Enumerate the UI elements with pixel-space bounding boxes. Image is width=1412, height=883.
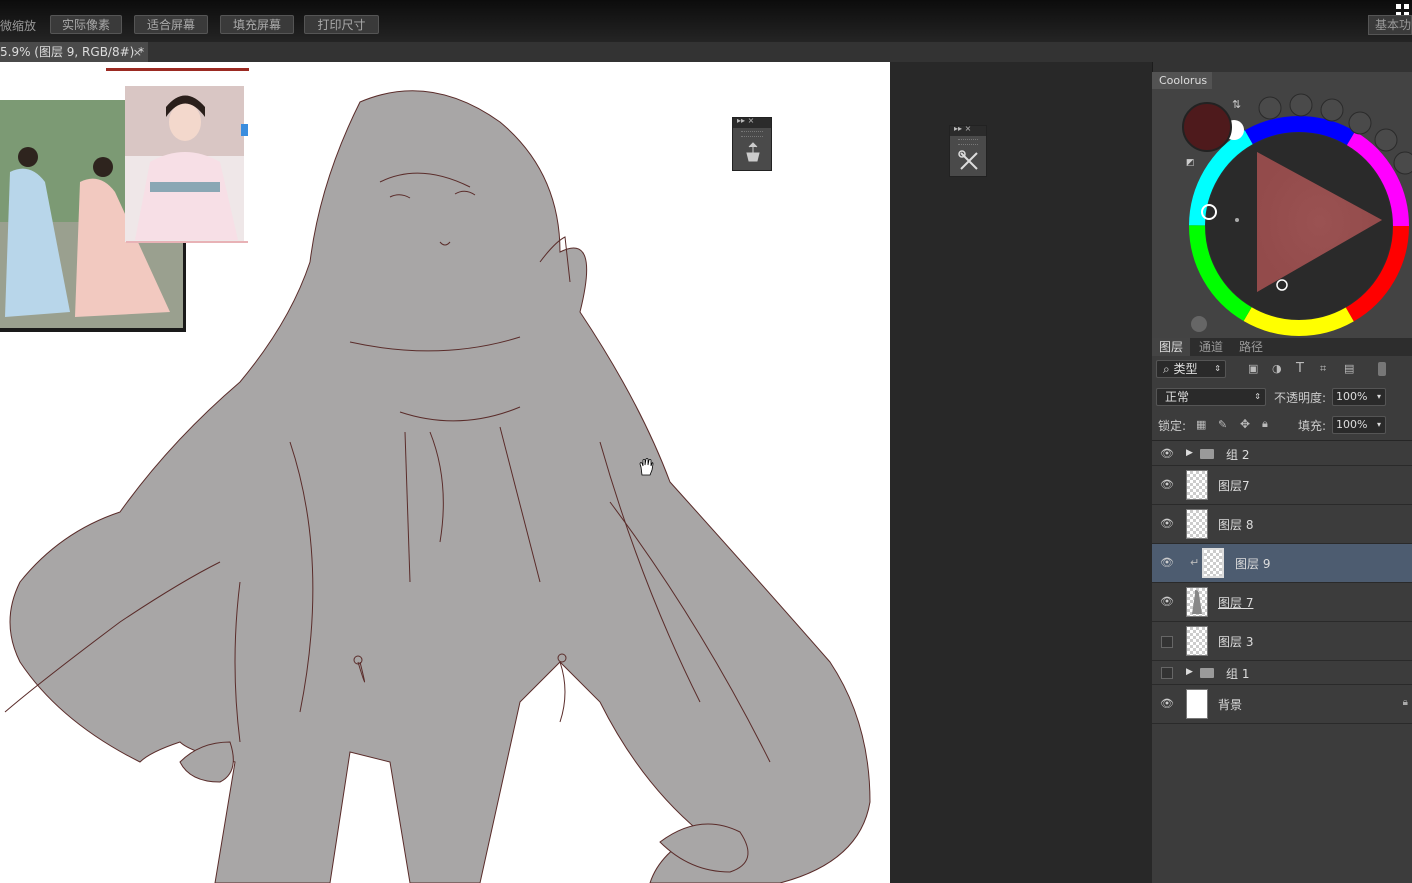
- layer-name: 图层 7: [1218, 596, 1254, 610]
- eye-icon[interactable]: 👁︎: [1160, 697, 1174, 710]
- layer-name: 组 2: [1226, 448, 1250, 462]
- blend-mode-select[interactable]: 正常 ⇕: [1156, 388, 1266, 406]
- reference-photo-2: [106, 68, 249, 243]
- layer-name: 组 1: [1226, 667, 1250, 681]
- search-icon: ⌕: [1163, 362, 1174, 376]
- layer-name: 图层7: [1218, 479, 1250, 493]
- layer-name: 图层 3: [1218, 635, 1254, 649]
- document-tab[interactable]: 5.9% (图层 9, RGB/8#) * ×: [0, 42, 148, 63]
- tools-palette[interactable]: ▸▸ ×: [949, 124, 988, 177]
- smart-object-filter-icon[interactable]: ▤: [1344, 362, 1354, 375]
- layer-thumbnail: [1186, 689, 1208, 719]
- fill-input[interactable]: 100% ▾: [1332, 416, 1386, 434]
- fill-screen-button[interactable]: 填充屏幕: [220, 15, 294, 34]
- layers-panel-tabs: 图层 通道 路径: [1152, 338, 1412, 356]
- eye-icon[interactable]: 👁︎: [1160, 478, 1174, 491]
- layers-panel: ⌕ 类型 ⇕ ▣ ◑ T ⌗ ▤ 正常 ⇕ 不透明度: 100% ▾ 锁定: ▦ ✎ …: [1152, 356, 1412, 883]
- layer-name: 背景: [1218, 698, 1243, 712]
- layer-thumbnail: [1186, 470, 1208, 500]
- expand-arrow-icon[interactable]: ▶: [1186, 667, 1193, 677]
- tab-layers[interactable]: 图层: [1152, 338, 1190, 356]
- zoom-label: 微缩放: [0, 19, 37, 33]
- folder-icon: [1200, 449, 1214, 459]
- tools-icon[interactable]: [950, 145, 988, 175]
- shape-filter-icon[interactable]: ⌗: [1320, 362, 1326, 376]
- coolorus-panel: Coolorus ⇅ ◩: [1152, 72, 1412, 340]
- layer-row-layer8[interactable]: 👁︎ 图层 8: [1152, 505, 1412, 544]
- print-size-button[interactable]: 打印尺寸: [304, 15, 379, 34]
- opacity-label: 不透明度:: [1274, 391, 1327, 405]
- filter-toggle[interactable]: [1378, 362, 1386, 376]
- layer-row-layer3[interactable]: 图层 3: [1152, 622, 1412, 661]
- layer-row-group-1[interactable]: ▶ 组 1: [1152, 661, 1412, 685]
- layer-name: 图层 9: [1235, 557, 1271, 571]
- brush-presets-palette[interactable]: ▸▸ ×: [732, 116, 773, 171]
- adjustment-filter-icon[interactable]: ◑: [1272, 362, 1282, 375]
- expand-arrow-icon[interactable]: ▶: [1186, 448, 1193, 458]
- clipping-mask-icon: ↵: [1190, 556, 1200, 569]
- hand-cursor-icon: [639, 458, 654, 476]
- palette-header[interactable]: ▸▸ ×: [737, 116, 754, 125]
- folder-icon: [1200, 668, 1214, 678]
- lock-icon: 🔒︎: [1402, 697, 1408, 708]
- tab-paths[interactable]: 路径: [1232, 338, 1270, 356]
- opacity-value: 100%: [1336, 390, 1368, 403]
- tab-channels[interactable]: 通道: [1192, 338, 1230, 356]
- layer-row-group-2[interactable]: 👁︎ ▶ 组 2: [1152, 442, 1412, 466]
- layer-thumbnail: [1202, 548, 1224, 578]
- layer-filter-value: 类型: [1173, 362, 1198, 376]
- pasteboard: [890, 62, 1152, 883]
- brush-presets-icon[interactable]: [733, 137, 773, 167]
- layer-row-layer7[interactable]: 👁︎ 图层7: [1152, 466, 1412, 505]
- pixel-filter-icon[interactable]: ▣: [1248, 362, 1258, 375]
- lock-position-icon[interactable]: ✥: [1240, 417, 1250, 431]
- actual-pixels-button[interactable]: 实际像素: [50, 15, 122, 34]
- default-colors-icon[interactable]: ◩: [1186, 158, 1195, 168]
- line-art-drawing: [0, 68, 871, 883]
- layer-row-background[interactable]: 👁︎ 背景 🔒︎: [1152, 685, 1412, 724]
- coolorus-title[interactable]: Coolorus: [1152, 72, 1212, 89]
- fit-screen-button[interactable]: 适合屏幕: [134, 15, 208, 34]
- lock-all-icon[interactable]: 🔒︎: [1262, 417, 1268, 431]
- visibility-toggle[interactable]: [1161, 667, 1173, 679]
- options-bar: 微缩放 实际像素 适合屏幕 填充屏幕 打印尺寸 基本功能: [0, 0, 1412, 42]
- close-tab-icon[interactable]: ×: [133, 42, 142, 63]
- document-tab-bar: 5.9% (图层 9, RGB/8#) * ×: [0, 42, 1412, 63]
- fill-label: 填充:: [1298, 419, 1327, 433]
- layer-name: 图层 8: [1218, 518, 1254, 532]
- visibility-toggle[interactable]: [1161, 636, 1173, 648]
- layer-filter-select[interactable]: ⌕ 类型 ⇕: [1156, 360, 1226, 378]
- document-tab-title: 5.9% (图层 9, RGB/8#) *: [0, 45, 145, 59]
- layer-row-layer9[interactable]: 👁︎ ↵ 图层 9: [1152, 544, 1412, 583]
- eye-icon[interactable]: 👁︎: [1160, 447, 1174, 460]
- eye-icon[interactable]: 👁︎: [1160, 595, 1174, 608]
- blend-mode-value: 正常: [1165, 390, 1190, 404]
- layer-thumbnail: [1186, 509, 1208, 539]
- type-filter-icon[interactable]: T: [1296, 361, 1304, 376]
- layer-thumbnail: [1186, 626, 1208, 656]
- layer-row-layer-7[interactable]: 👁︎ 图层 7: [1152, 583, 1412, 622]
- foreground-color-swatch[interactable]: [1182, 102, 1232, 152]
- opacity-input[interactable]: 100% ▾: [1332, 388, 1386, 406]
- swap-colors-icon[interactable]: ⇅: [1232, 98, 1241, 111]
- palette-header[interactable]: ▸▸ ×: [954, 124, 971, 133]
- eye-icon[interactable]: 👁︎: [1160, 556, 1174, 569]
- canvas[interactable]: [0, 62, 890, 883]
- layer-thumbnail: [1186, 587, 1208, 617]
- lock-image-icon[interactable]: ✎: [1218, 418, 1227, 431]
- fill-value: 100%: [1336, 418, 1368, 431]
- lock-transparent-icon[interactable]: ▦: [1196, 418, 1206, 431]
- eye-icon[interactable]: 👁︎: [1160, 517, 1174, 530]
- lock-label: 锁定:: [1158, 419, 1187, 433]
- workspace-switcher[interactable]: 基本功能: [1368, 15, 1412, 35]
